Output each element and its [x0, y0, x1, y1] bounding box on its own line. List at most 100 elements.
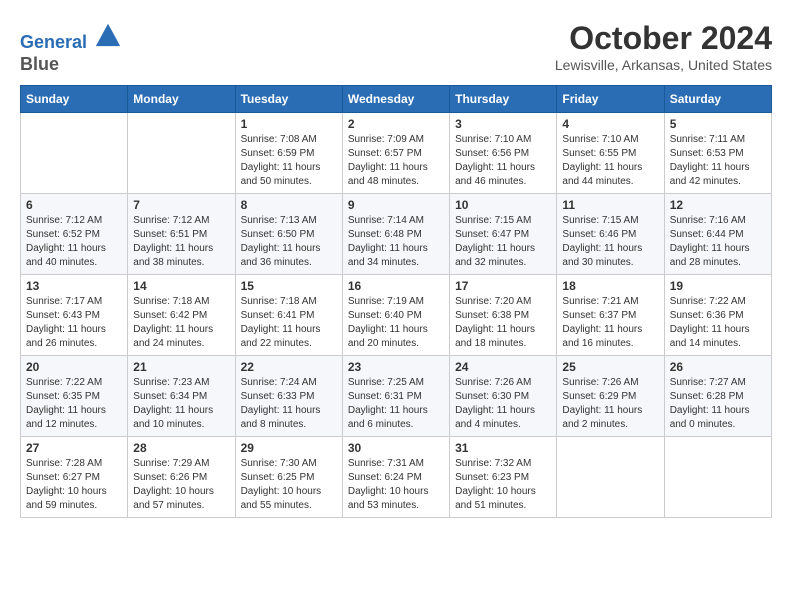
day-number: 2 [348, 117, 444, 131]
calendar-cell: 18 Sunrise: 7:21 AMSunset: 6:37 PMDayligh… [557, 275, 664, 356]
day-info: Sunrise: 7:15 AMSunset: 6:47 PMDaylight:… [455, 214, 551, 270]
day-number: 6 [26, 198, 122, 212]
logo: General Blue [20, 20, 122, 75]
calendar-cell [128, 113, 235, 194]
calendar-cell: 17Sunrise: 7:20 AMSunset: 6:38 PMDayligh… [450, 275, 557, 356]
day-info: Sunrise: 7:14 AMSunset: 6:48 PMDaylight:… [348, 214, 444, 270]
day-number: 11 [562, 198, 658, 212]
calendar-cell [664, 437, 771, 518]
calendar-cell: 7Sunrise: 7:12 AMSunset: 6:51 PMDaylight… [128, 194, 235, 275]
weekday-header-monday: Monday [128, 86, 235, 113]
day-number: 9 [348, 198, 444, 212]
day-number: 7 [133, 198, 229, 212]
calendar-week-1: 1 Sunrise: 7:08 AMSunset: 6:59 PMDaylight… [21, 113, 772, 194]
calendar-cell: 28Sunrise: 7:29 AMSunset: 6:26 PMDayligh… [128, 437, 235, 518]
day-info: Sunrise: 7:21 AMSunset: 6:37 PMDaylight:… [562, 295, 658, 351]
month-title: October 2024 [555, 20, 772, 57]
logo-general: General [20, 32, 87, 52]
day-number: 25 [562, 360, 658, 374]
calendar-week-4: 20 Sunrise: 7:22 AMSunset: 6:35 PMDayligh… [21, 356, 772, 437]
calendar-cell: 19Sunrise: 7:22 AMSunset: 6:36 PMDayligh… [664, 275, 771, 356]
weekday-header-row: SundayMondayTuesdayWednesdayThursdayFrid… [21, 86, 772, 113]
calendar-cell: 3Sunrise: 7:10 AMSunset: 6:56 PMDaylight… [450, 113, 557, 194]
day-info: Sunrise: 7:09 AMSunset: 6:57 PMDaylight:… [348, 133, 444, 189]
day-info: Sunrise: 7:25 AMSunset: 6:31 PMDaylight:… [348, 376, 444, 432]
day-info: Sunrise: 7:23 AMSunset: 6:34 PMDaylight:… [133, 376, 229, 432]
day-number: 5 [670, 117, 766, 131]
day-number: 8 [241, 198, 337, 212]
day-info: Sunrise: 7:18 AMSunset: 6:41 PMDaylight:… [241, 295, 337, 351]
day-number: 22 [241, 360, 337, 374]
weekday-header-tuesday: Tuesday [235, 86, 342, 113]
calendar-cell: 23 Sunrise: 7:25 AMSunset: 6:31 PMDayligh… [342, 356, 449, 437]
logo-blue: Blue [20, 54, 59, 74]
calendar-cell: 27Sunrise: 7:28 AMSunset: 6:27 PMDayligh… [21, 437, 128, 518]
calendar-cell: 9 Sunrise: 7:14 AMSunset: 6:48 PMDaylight… [342, 194, 449, 275]
day-number: 10 [455, 198, 551, 212]
day-number: 18 [562, 279, 658, 293]
day-number: 12 [670, 198, 766, 212]
day-info: Sunrise: 7:15 AMSunset: 6:46 PMDaylight:… [562, 214, 658, 270]
day-info: Sunrise: 7:30 AMSunset: 6:25 PMDaylight:… [241, 457, 337, 513]
weekday-header-thursday: Thursday [450, 86, 557, 113]
calendar-table: SundayMondayTuesdayWednesdayThursdayFrid… [20, 85, 772, 518]
calendar-week-2: 6 Sunrise: 7:12 AMSunset: 6:52 PMDaylight… [21, 194, 772, 275]
weekday-header-friday: Friday [557, 86, 664, 113]
day-number: 16 [348, 279, 444, 293]
day-number: 14 [133, 279, 229, 293]
calendar-cell: 25 Sunrise: 7:26 AMSunset: 6:29 PMDayligh… [557, 356, 664, 437]
calendar-cell: 22 Sunrise: 7:24 AMSunset: 6:33 PMDayligh… [235, 356, 342, 437]
location: Lewisville, Arkansas, United States [555, 57, 772, 73]
calendar-week-5: 27Sunrise: 7:28 AMSunset: 6:27 PMDayligh… [21, 437, 772, 518]
day-info: Sunrise: 7:13 AMSunset: 6:50 PMDaylight:… [241, 214, 337, 270]
title-section: October 2024 Lewisville, Arkansas, Unite… [555, 20, 772, 73]
day-info: Sunrise: 7:28 AMSunset: 6:27 PMDaylight:… [26, 457, 122, 513]
day-info: Sunrise: 7:08 AMSunset: 6:59 PMDaylight:… [241, 133, 337, 189]
weekday-header-saturday: Saturday [664, 86, 771, 113]
day-info: Sunrise: 7:24 AMSunset: 6:33 PMDaylight:… [241, 376, 337, 432]
day-number: 23 [348, 360, 444, 374]
day-number: 17 [455, 279, 551, 293]
day-number: 20 [26, 360, 122, 374]
calendar-cell: 26 Sunrise: 7:27 AMSunset: 6:28 PMDayligh… [664, 356, 771, 437]
day-number: 31 [455, 441, 551, 455]
day-number: 26 [670, 360, 766, 374]
day-info: Sunrise: 7:31 AMSunset: 6:24 PMDaylight:… [348, 457, 444, 513]
day-number: 19 [670, 279, 766, 293]
day-number: 21 [133, 360, 229, 374]
weekday-header-sunday: Sunday [21, 86, 128, 113]
calendar-cell: 14 Sunrise: 7:18 AMSunset: 6:42 PMDayligh… [128, 275, 235, 356]
calendar-cell: 29 Sunrise: 7:30 AMSunset: 6:25 PMDayligh… [235, 437, 342, 518]
calendar-cell [21, 113, 128, 194]
calendar-cell: 20 Sunrise: 7:22 AMSunset: 6:35 PMDayligh… [21, 356, 128, 437]
day-info: Sunrise: 7:12 AMSunset: 6:52 PMDaylight:… [26, 214, 122, 270]
day-info: Sunrise: 7:22 AMSunset: 6:35 PMDaylight:… [26, 376, 122, 432]
calendar-cell: 16Sunrise: 7:19 AMSunset: 6:40 PMDayligh… [342, 275, 449, 356]
calendar-cell: 31 Sunrise: 7:32 AMSunset: 6:23 PMDayligh… [450, 437, 557, 518]
page-header: General Blue October 2024 Lewisville, Ar… [20, 20, 772, 75]
day-info: Sunrise: 7:17 AMSunset: 6:43 PMDaylight:… [26, 295, 122, 351]
calendar-cell: 30Sunrise: 7:31 AMSunset: 6:24 PMDayligh… [342, 437, 449, 518]
day-info: Sunrise: 7:32 AMSunset: 6:23 PMDaylight:… [455, 457, 551, 513]
day-number: 29 [241, 441, 337, 455]
weekday-header-wednesday: Wednesday [342, 86, 449, 113]
logo-icon [94, 20, 122, 48]
day-number: 1 [241, 117, 337, 131]
day-number: 13 [26, 279, 122, 293]
day-info: Sunrise: 7:27 AMSunset: 6:28 PMDaylight:… [670, 376, 766, 432]
day-number: 4 [562, 117, 658, 131]
calendar-cell: 1 Sunrise: 7:08 AMSunset: 6:59 PMDaylight… [235, 113, 342, 194]
day-number: 15 [241, 279, 337, 293]
day-number: 3 [455, 117, 551, 131]
calendar-cell: 5Sunrise: 7:11 AMSunset: 6:53 PMDaylight… [664, 113, 771, 194]
day-info: Sunrise: 7:26 AMSunset: 6:30 PMDaylight:… [455, 376, 551, 432]
calendar-cell: 4 Sunrise: 7:10 AMSunset: 6:55 PMDaylight… [557, 113, 664, 194]
calendar-week-3: 13 Sunrise: 7:17 AMSunset: 6:43 PMDayligh… [21, 275, 772, 356]
calendar-cell: 10 Sunrise: 7:15 AMSunset: 6:47 PMDayligh… [450, 194, 557, 275]
day-info: Sunrise: 7:18 AMSunset: 6:42 PMDaylight:… [133, 295, 229, 351]
day-info: Sunrise: 7:26 AMSunset: 6:29 PMDaylight:… [562, 376, 658, 432]
day-info: Sunrise: 7:10 AMSunset: 6:55 PMDaylight:… [562, 133, 658, 189]
calendar-cell: 21 Sunrise: 7:23 AMSunset: 6:34 PMDayligh… [128, 356, 235, 437]
calendar-cell: 12Sunrise: 7:16 AMSunset: 6:44 PMDayligh… [664, 194, 771, 275]
calendar-cell: 13 Sunrise: 7:17 AMSunset: 6:43 PMDayligh… [21, 275, 128, 356]
